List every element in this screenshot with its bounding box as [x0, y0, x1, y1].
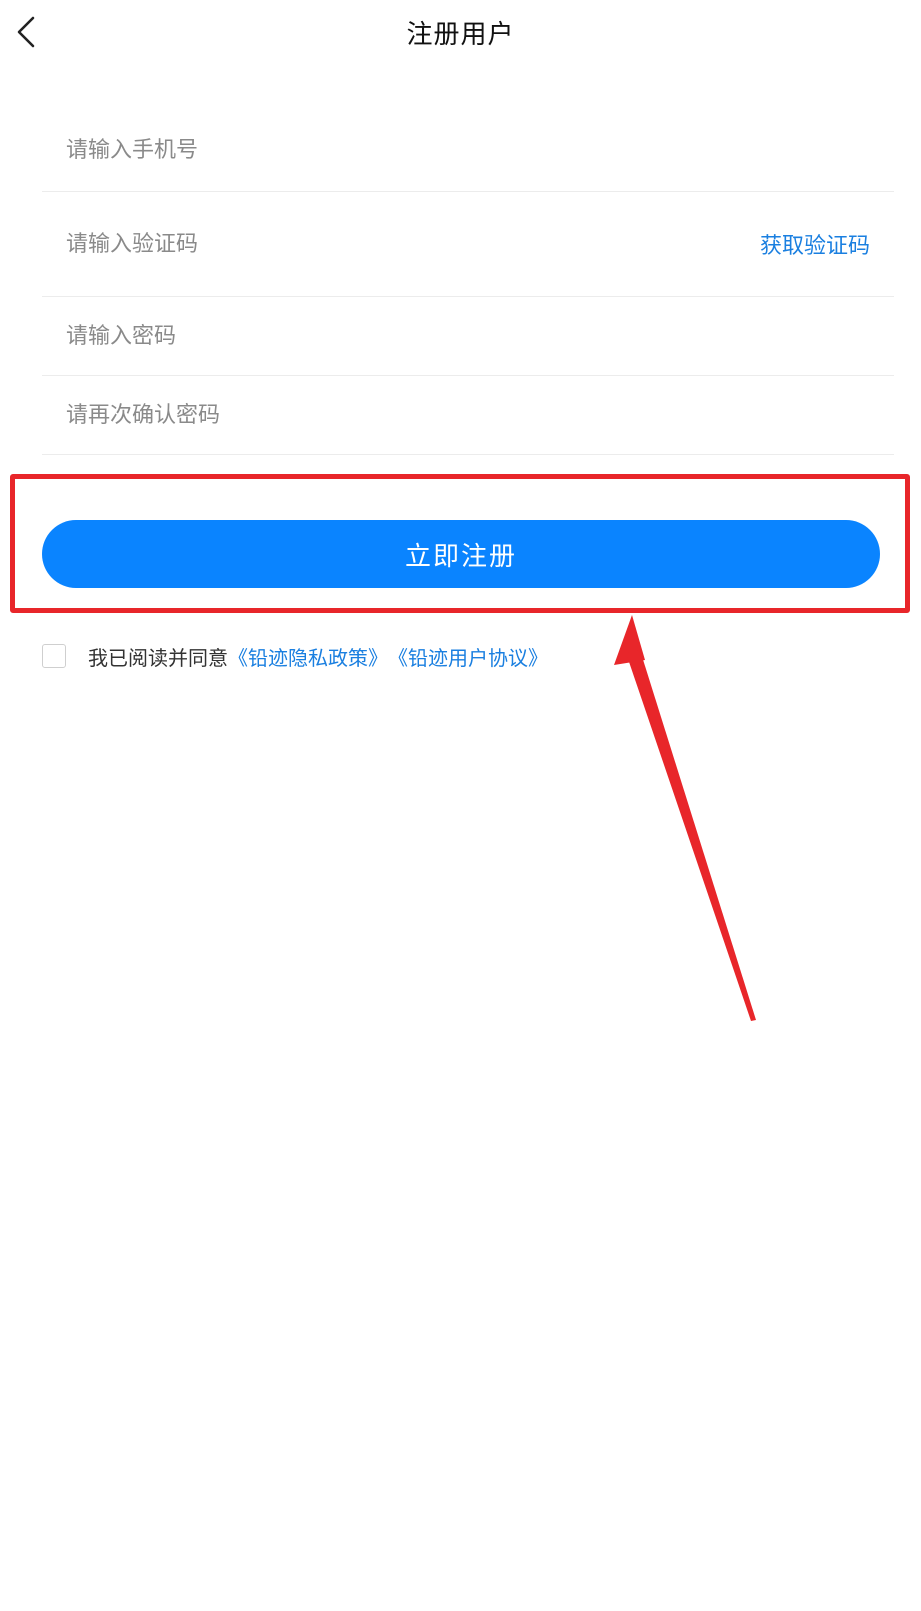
annotation-highlight-box: [10, 474, 910, 613]
confirm-password-row: [42, 376, 894, 455]
verification-code-row: 获取验证码: [42, 192, 894, 297]
privacy-policy-link[interactable]: 《铅迹隐私政策》: [228, 642, 388, 671]
confirm-password-input[interactable]: [66, 376, 666, 454]
phone-input[interactable]: [66, 110, 666, 191]
password-row: [42, 297, 894, 376]
agreement-checkbox[interactable]: [42, 644, 66, 668]
agreement-text: 我已阅读并同意: [88, 645, 228, 670]
page-title: 注册用户: [406, 20, 515, 50]
phone-row: [42, 110, 894, 192]
password-input[interactable]: [66, 297, 666, 375]
register-page: 注册用户 获取验证码 立即注册 我已阅读并同意 《铅迹隐私政策》 《铅迹用户协议…: [0, 0, 921, 1611]
verification-code-input[interactable]: [66, 192, 666, 296]
agreement-row: 我已阅读并同意 《铅迹隐私政策》 《铅迹用户协议》: [42, 640, 548, 672]
get-code-button[interactable]: 获取验证码: [760, 228, 870, 260]
header-bar: 注册用户: [0, 0, 921, 64]
user-agreement-link[interactable]: 《铅迹用户协议》: [388, 642, 548, 671]
